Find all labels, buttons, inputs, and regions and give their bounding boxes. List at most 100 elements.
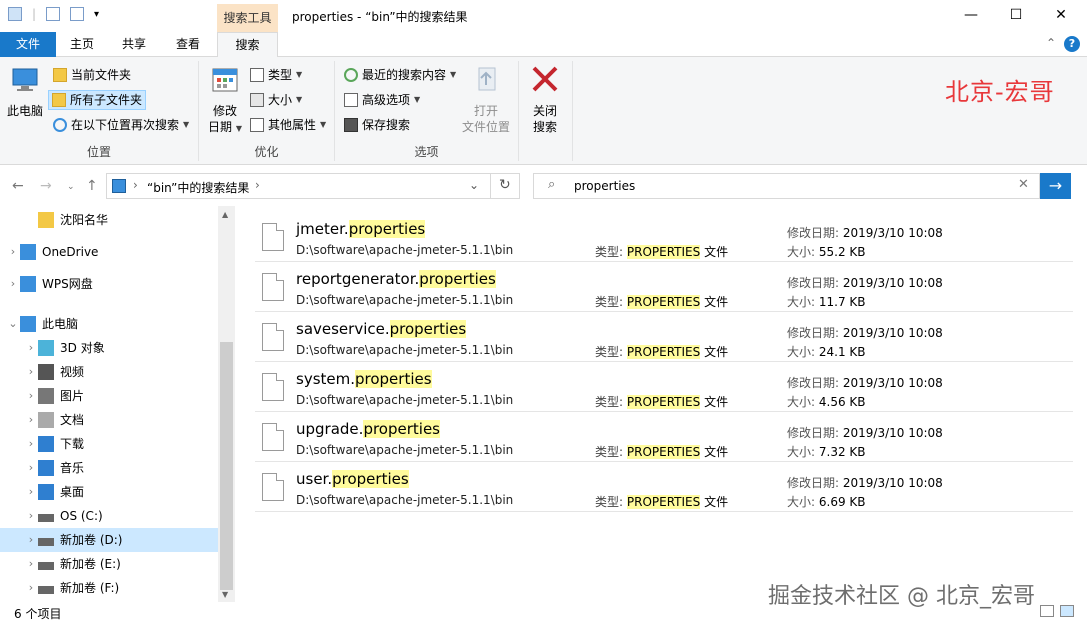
recent-searches-button[interactable]: 最近的搜索内容 ▼ [341,65,459,85]
nav-item[interactable]: › WPS网盘 [0,272,218,296]
nav-item[interactable]: › 3D 对象 [0,336,218,360]
file-date: 修改日期: 2019/3/10 10:08 [787,226,943,240]
clear-search-icon[interactable]: ✕ [1018,177,1029,192]
nav-item[interactable]: › 音乐 [0,456,218,480]
location-group: 此电脑 当前文件夹 所有子文件夹 在以下位置再次搜索 ▼ 位置 [0,61,199,161]
customize-toolbar-icon[interactable]: ▾ [94,9,99,20]
other-properties-button[interactable]: 其他属性 ▼ [247,115,329,135]
expand-chevron-icon[interactable]: › [24,456,38,480]
close-search-button[interactable]: 关闭 搜索 [523,65,567,135]
chevron-down-icon: ▼ [183,120,190,129]
address-dropdown-icon[interactable]: ⌄ [469,178,479,192]
date-modified-button[interactable]: 修改 日期 ▼ [203,65,247,137]
tiles-view-icon[interactable] [1060,605,1074,617]
expand-chevron-icon[interactable]: › [24,432,38,456]
file-icon [262,423,284,451]
nav-scrollbar[interactable]: ▲ ▼ [218,206,235,602]
nav-item[interactable]: › 文档 [0,408,218,432]
properties-icon[interactable] [46,7,61,21]
address-row: ← → ⌄ ↑ › “bin”中的搜索结果 › ⌄ ↻ ⌕ properties… [0,166,1087,206]
expand-chevron-icon[interactable]: › [24,480,38,504]
tab-view[interactable]: 查看 [160,32,216,57]
result-row[interactable]: system.properties D:\software\apache-jmet… [255,362,1073,412]
back-arrow-icon[interactable]: ← [12,178,24,194]
expand-chevron-icon[interactable]: › [24,408,38,432]
minimize-button[interactable]: — [948,0,994,30]
result-row[interactable]: reportgenerator.properties D:\software\ap… [255,262,1073,312]
expand-chevron-icon[interactable]: › [24,504,38,528]
file-size: 大小: 7.32 KB [787,445,866,459]
search-go-button[interactable]: → [1040,173,1071,199]
tab-search[interactable]: 搜索 [217,32,278,58]
size-button[interactable]: 大小 ▼ [247,90,305,110]
tab-home[interactable]: 主页 [56,32,108,57]
breadcrumb: “bin”中的搜索结果 [147,181,250,195]
nav-item[interactable]: › 桌面 [0,480,218,504]
folder-icon [53,68,67,82]
file-date: 修改日期: 2019/3/10 10:08 [787,326,943,340]
nav-scrollbar-thumb[interactable] [220,342,233,590]
nav-item-label: 图片 [60,389,85,403]
file-path: D:\software\apache-jmeter-5.1.1\bin [296,393,514,407]
expand-chevron-icon[interactable]: › [24,528,38,552]
type-icon [250,68,264,82]
nav-item-label: 文档 [60,413,85,427]
file-name: jmeter.properties [296,220,426,238]
breadcrumb-chevron-icon: › [255,178,260,192]
expand-chevron-icon[interactable]: ⌄ [6,312,20,336]
search-highlight: properties [332,470,409,488]
nav-item[interactable]: › 图片 [0,384,218,408]
result-row[interactable]: jmeter.properties D:\software\apache-jmet… [255,212,1073,262]
all-subfolders-button[interactable]: 所有子文件夹 [48,90,147,110]
new-folder-icon[interactable] [70,7,85,21]
recent-locations-icon[interactable]: ⌄ [67,182,75,192]
nav-item[interactable]: › 新加卷 (D:) [0,528,218,552]
nav-item[interactable]: 沈阳名华 [0,208,218,232]
expand-chevron-icon[interactable]: › [6,272,20,296]
nav-item[interactable]: › 新加卷 (E:) [0,552,218,576]
advanced-options-button[interactable]: 高级选项 ▼ [341,90,423,110]
result-row[interactable]: upgrade.properties D:\software\apache-jme… [255,412,1073,462]
nav-item-label: OneDrive [42,245,99,259]
nav-item[interactable]: › OS (C:) [0,504,218,528]
maximize-button[interactable]: ☐ [993,0,1039,30]
type-button[interactable]: 类型 ▼ [247,65,305,85]
nav-item[interactable]: › 新加卷 (F:) [0,576,218,600]
file-date: 修改日期: 2019/3/10 10:08 [787,276,943,290]
this-pc-button[interactable]: 此电脑 [6,65,44,119]
search-input[interactable]: ⌕ properties ✕ [533,173,1040,199]
open-file-location-button[interactable]: 打开 文件位置 [457,65,515,135]
current-folder-button[interactable]: 当前文件夹 [50,65,134,85]
expand-chevron-icon[interactable]: › [24,336,38,360]
expand-chevron-icon[interactable]: › [24,360,38,384]
nav-item-label: 沈阳名华 [60,213,109,227]
tab-share[interactable]: 共享 [108,32,160,57]
nav-item[interactable]: › 下载 [0,432,218,456]
expand-chevron-icon[interactable]: › [24,384,38,408]
result-row[interactable]: user.properties D:\software\apache-jmeter… [255,462,1073,512]
expand-chevron-icon[interactable]: › [24,576,38,600]
nav-item[interactable]: ⌄ 此电脑 [0,312,218,336]
search-query: properties [574,179,636,193]
forward-arrow-icon[interactable]: → [40,178,52,194]
result-row[interactable]: saveservice.properties D:\software\apache… [255,312,1073,362]
nav-item[interactable]: › 视频 [0,360,218,384]
explorer-icon[interactable] [8,7,22,21]
close-group: 关闭 搜索 [519,61,573,161]
address-bar[interactable]: › “bin”中的搜索结果 › ⌄ ↻ [106,173,520,199]
search-again-button[interactable]: 在以下位置再次搜索 ▼ [50,115,192,135]
close-window-button[interactable]: ✕ [1038,0,1084,30]
nav-item-label: 桌面 [60,485,85,499]
save-search-button[interactable]: 保存搜索 [341,115,413,135]
scroll-down-icon[interactable]: ▼ [222,590,228,599]
help-icon[interactable]: ? [1064,36,1080,52]
refresh-icon[interactable]: ↻ [499,177,511,193]
tab-file[interactable]: 文件 [0,32,56,57]
details-view-icon[interactable] [1040,605,1054,617]
expand-chevron-icon[interactable]: › [6,240,20,264]
up-arrow-icon[interactable]: ↑ [86,178,98,194]
expand-chevron-icon[interactable]: › [24,552,38,576]
nav-item[interactable]: › OneDrive [0,240,218,264]
collapse-ribbon-icon[interactable]: ⌃ [1046,36,1056,50]
scroll-up-icon[interactable]: ▲ [222,210,228,219]
